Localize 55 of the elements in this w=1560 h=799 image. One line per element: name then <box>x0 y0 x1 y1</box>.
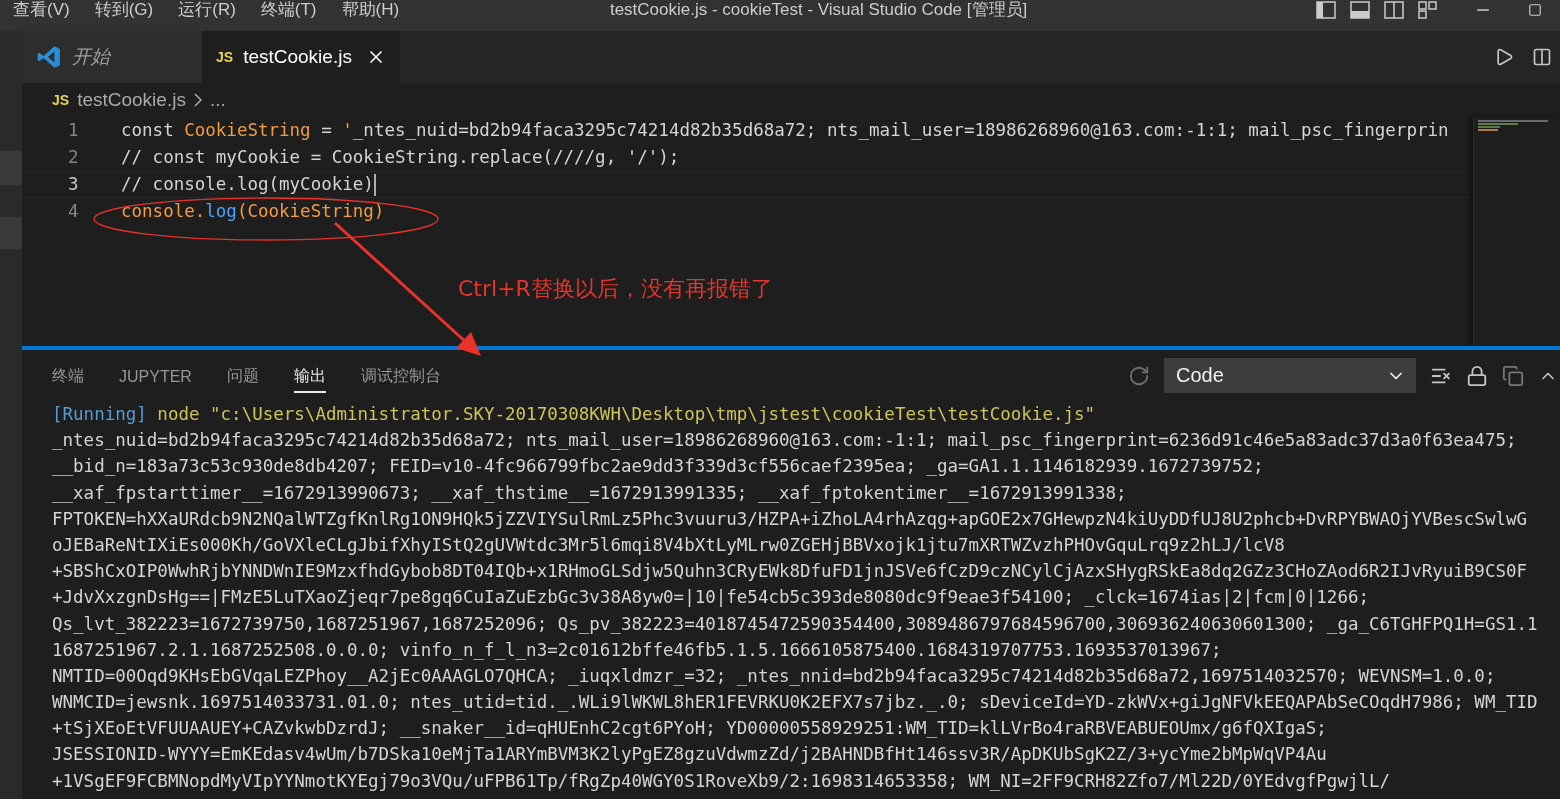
panel-tab[interactable]: 终端 <box>52 358 84 393</box>
code-text: // console.log(myCookie) <box>121 173 374 196</box>
breadcrumb-item[interactable]: ... <box>209 89 226 111</box>
output-line: Qs_lvt_382223=1672739750,1687251967,1687252096; Qs_pv_382223=4018745472590354400,3089486797684596700,306936240630601300; _ga_C6TGHFPQ1H=GS1.1 <box>52 612 1539 636</box>
line-number: 4 <box>67 200 80 223</box>
layout-panel-icon[interactable] <box>1350 1 1370 19</box>
window-title: testCookie.js - cookieTest - Visual Studio Code [管理员] <box>608 0 1029 20</box>
output-channel-select[interactable]: Code <box>1164 358 1416 393</box>
output-line: [Running] node "c:\Users\Administrator.SKY-20170308KWH\Desktop\tmp\jstest\cookieTest\testCookie.js" <box>52 403 1097 426</box>
lock-icon[interactable] <box>1466 364 1488 387</box>
panel-tab[interactable]: JUPYTER <box>119 359 192 392</box>
editor-tab[interactable]: JS testCookie.js <box>202 31 400 83</box>
output-line: 1687251967.2.1.1687252508.0.0.0; vinfo_n_f_l_n3=2c01612bffe46fb5.1.5.1666105875400.1684319707753.1693537013967; <box>52 638 1223 662</box>
output-line: +SBShCxOIP0WwhRjbYNNDWnIE9MzxfhdGybob8DT04IQb+x1RHmoGLSdjw5Quhn3CRyEWk8DfuFD1jnJSVe6fCzD9czNCylCjAzxSHygRSkEa8dq2GZz3CHoZAod6R2IJvRyuiB9CS0F <box>52 560 1529 584</box>
output-line: WNMCID=jewsnk.1697514033731.01.0; ntes_utid=tid._.WLi9lWKWL8hER1FEVRKU0K2EFX7s7jbz._.0; sDeviceId=YD-zkWVx+giJgNFVkEEQAPAbSeCOqdH7986; WM_TID <box>52 691 1539 715</box>
panel-tab[interactable]: 问题 <box>226 358 259 393</box>
output-line: _ntes_nuid=bd2b94faca3295c74214d82b35d68a72; nts_mail_user=18986268960@163.com:-1:1; mail_psc_fingerprint=6236d91c46e5a83adc37d3a0f63ea475; <box>52 429 1518 453</box>
copy-icon[interactable] <box>1502 364 1524 387</box>
text-cursor <box>373 173 376 196</box>
output-line: +tSjXEoEtVFUUAAUEY+CAZvkwbDzrdJ; __snaker__id=qHUEnhC2cgt6PYoH; YD00000558929251:WM_TID=klLVrBo4raRBVEABUEOUmx/g6fQXIgaS; <box>52 717 1328 741</box>
output-line: NMTID=00Oqd9KHsEbGVqaLEZPhoy__A2jEc0AAAGLO7QHCA; _iuqxldmzr_=32; _ntes_nnid=bd2b94faca3295c74214d82b35d68a72,1697514032570; WEVNSM=1.0.0; <box>52 664 1497 688</box>
refresh-icon[interactable] <box>1128 364 1150 387</box>
line-number: 3 <box>67 173 80 196</box>
output-line: FPTOKEN=hXXaURdcb9N2NQalWTZgfKnlRg1ON9HQk5jZZVIYSulRmLz5Phc3vuuru3/HZPA+iZhoLA4rhAzqg+apGOE2x7GHewpzN4kiUyDDfUJ8U2phcb+DvRPYBWAOjYVBescSwlwG <box>52 507 1529 531</box>
annotation-text: Ctrl+R替换以后，没有再报错了 <box>458 275 773 303</box>
output-line: oJEBaReNtIXiEs000Kh/GoVXleCLgJbifXhyIStQ2gUVWtdc3Mr5l6mqi8V4bXtLyMLrw0ZGEHjBBVxojk1jtu7mXRTWZvzhPHOvGquLrq9z2hLJ/lcV8 <box>52 533 1286 557</box>
code-text: console.log(CookieString) <box>121 200 385 223</box>
js-label: JS <box>216 49 234 65</box>
breadcrumb-item[interactable]: testCookie.js <box>77 89 186 111</box>
layout-grid-icon[interactable] <box>1418 1 1438 19</box>
layout-sidebar-icon[interactable] <box>1316 1 1336 19</box>
output-line: __bid_n=183a73c53c930de8db4207; FEID=v10-4fc966799fbc2ae9dd3f339d3cf556caef2395ea; _ga=GA1.1.1146182939.1672739752; <box>52 455 1265 479</box>
output-line: JSESSIONID-WYYY=EmKEdasv4wUm/b7DSka10eMjTa1ARYmBVM3K2lyPgEZ8gzuVdwmzZd/j2BAHNDBfHt146ssv3R/ApDKUbSgK2Z/3+ycYme2bMpWqVP4Au <box>52 743 1328 767</box>
chevron-right-icon <box>193 93 202 107</box>
line-number: 1 <box>67 119 80 142</box>
menu-item[interactable]: 终端(T) <box>247 0 329 20</box>
output-line: +1VSgEF9FCBMNopdMyVIpYYNmotKYEgj79o3VQu/uFPB61Tp/fRgZp40WGY0S1RoveXb9/2:1698314653358; WM_NI=2FF9CRH82Zfo7/Ml22D/0YEdvgfPgwjlL/ <box>52 769 1392 793</box>
menu-item[interactable]: 查看(V) <box>0 0 82 20</box>
vscode-logo-icon <box>36 44 62 70</box>
run-icon[interactable] <box>1494 47 1514 67</box>
menu-item[interactable]: 转到(G) <box>81 0 166 20</box>
split-editor-icon[interactable] <box>1532 47 1552 67</box>
js-label: JS <box>52 92 70 108</box>
output-line: __xaf_fpstarttimer__=1672913990673; __xaf_thstime__=1672913991335; __xaf_fptokentimer__=1672913991338; <box>52 481 1128 505</box>
output-line: +JdvXxzgnDsHg==|FMzE5LuTXaoZjeqr7pe8gq6CuIaZuEzbGc3v38A8yw0=|10|fe54cb5c393de8080dc9f9eae3f54100; _clck=1674ias|2|fcm|0|1266; <box>52 586 1370 610</box>
editor-tab[interactable]: 开始 <box>22 31 202 83</box>
layout-columns-icon[interactable] <box>1384 1 1404 19</box>
panel-tab[interactable]: 调试控制台 <box>360 358 441 393</box>
menu-item[interactable]: 运行(R) <box>165 0 248 20</box>
menu-item[interactable]: 帮助(H) <box>328 0 412 20</box>
code-text: const CookieString = '_ntes_nuid=bd2b94faca3295c74214d82b35d68a72; nts_mail_user=18986268960@163.com:-1:1; mail_psc_fingerprin <box>121 119 1449 142</box>
panel-tab[interactable]: 输出 <box>293 358 326 393</box>
line-number: 2 <box>67 146 80 169</box>
code-text: // const myCookie = CookieString.replace(////g, '/'); <box>121 146 680 169</box>
restore-icon[interactable] <box>1528 3 1542 17</box>
